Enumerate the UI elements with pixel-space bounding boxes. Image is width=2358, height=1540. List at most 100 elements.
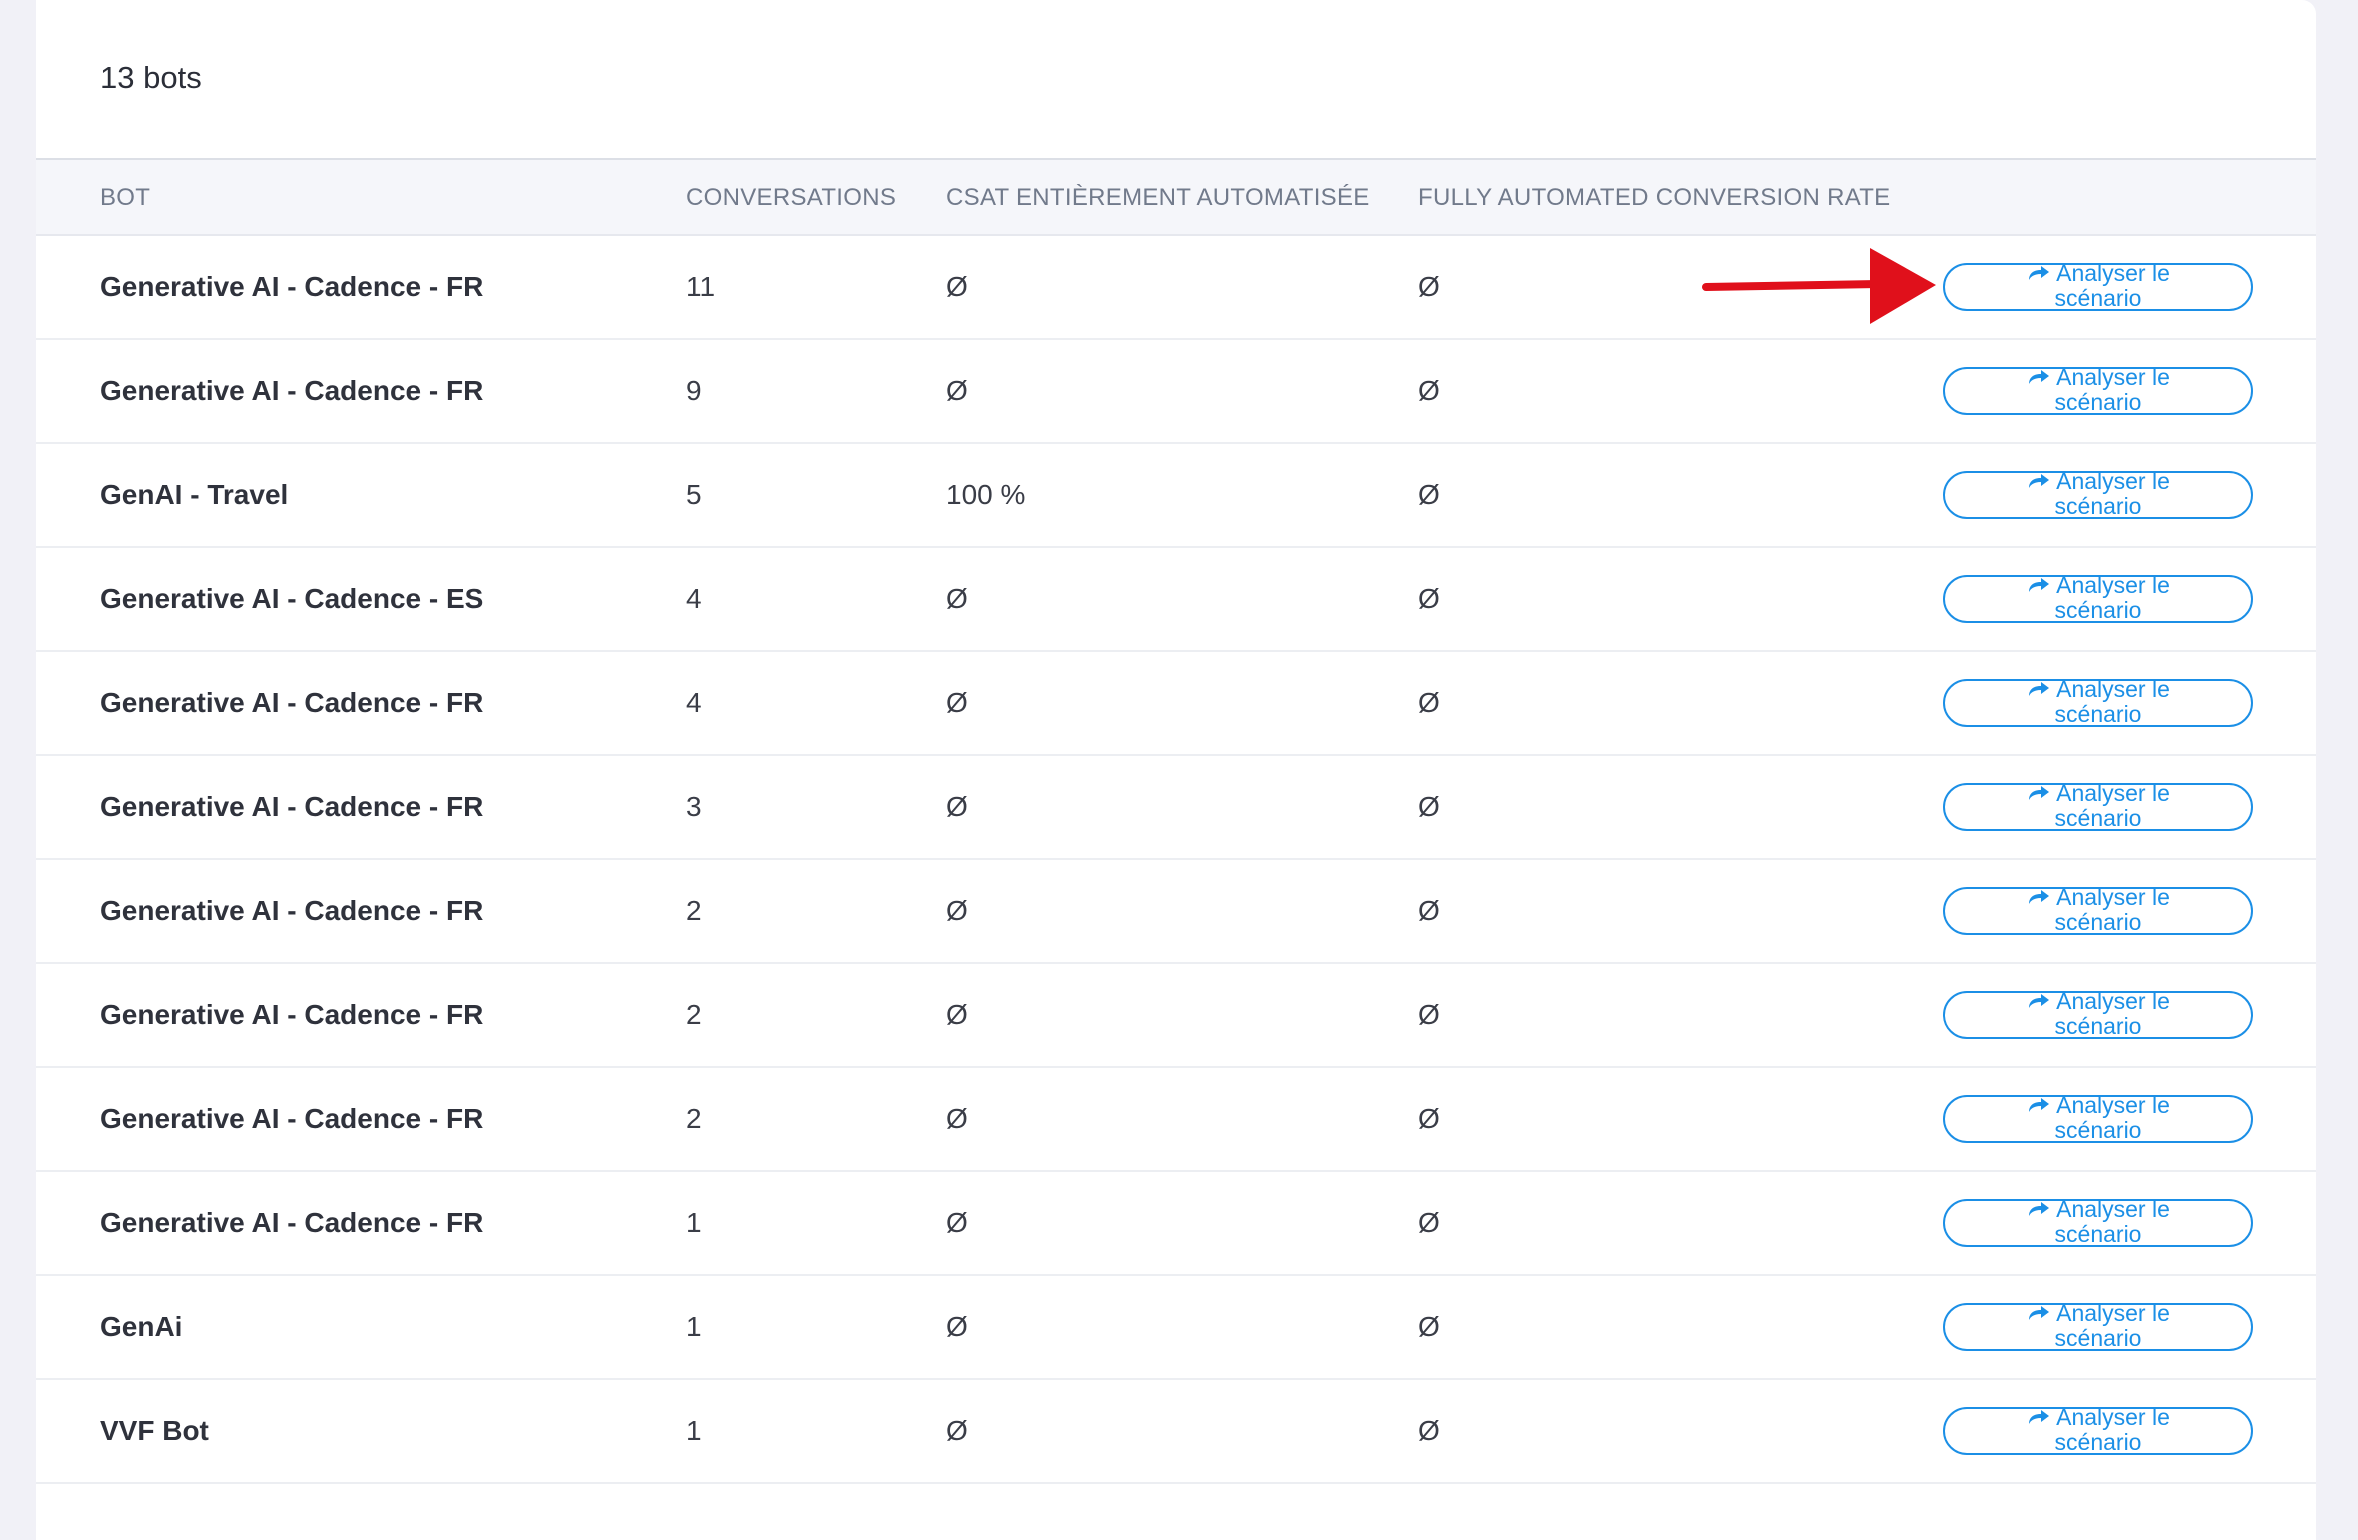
bot-name-cell: Generative AI - Cadence - FR: [100, 999, 484, 1030]
conversion-rate-cell: Ø: [1418, 375, 1440, 406]
analyze-scenario-button[interactable]: Analyser le scénario: [1943, 885, 2253, 935]
table-row: Generative AI - Cadence - ES 4 Ø Ø Analyser …: [36, 548, 2316, 652]
analyze-scenario-label-line1: Analyser le: [2056, 1092, 2170, 1118]
analyze-scenario-label: Analyser le scénario: [1998, 1405, 2198, 1455]
analyze-scenario-button[interactable]: Analyser le scénario: [1943, 1301, 2253, 1351]
table-row: GenAI - Travel 5 100 % Ø Analyser le scénario: [36, 444, 2316, 548]
conversations-cell: 5: [686, 479, 702, 510]
share-arrow-icon: [2029, 370, 2050, 384]
bots-count-title: 13 bots: [100, 60, 202, 95]
csat-cell: Ø: [946, 1207, 968, 1238]
analyze-scenario-label-line2: scénario: [2054, 909, 2142, 935]
analyze-scenario-label-line1: Analyser le: [2056, 1196, 2170, 1222]
share-arrow-icon: [2029, 786, 2050, 800]
analyze-scenario-button[interactable]: Analyser le scénario: [1943, 261, 2253, 311]
table-row: Generative AI - Cadence - FR 4 Ø Ø Analyser …: [36, 652, 2316, 756]
table-row: Generative AI - Cadence - FR 2 Ø Ø Analyser …: [36, 1068, 2316, 1172]
conversion-rate-cell: Ø: [1418, 895, 1440, 926]
analyze-scenario-button[interactable]: Analyser le scénario: [1943, 780, 2253, 831]
csat-cell: Ø: [946, 791, 968, 822]
analyze-scenario-label-line1: Analyser le: [2056, 468, 2170, 494]
conversations-cell: 4: [686, 687, 702, 718]
share-arrow-icon: [2029, 474, 2050, 488]
bot-name-cell: Generative AI - Cadence - ES: [100, 583, 484, 614]
column-header-conversion-rate[interactable]: FULLY AUTOMATED CONVERSION RATE: [1418, 160, 1891, 234]
analyze-scenario-label-line1: Analyser le: [2056, 1404, 2170, 1430]
analyze-scenario-label: Analyser le scénario: [1998, 1093, 2198, 1143]
analyze-scenario-label-line2: scénario: [2054, 1221, 2142, 1247]
analyze-scenario-label: Analyser le scénario: [1998, 365, 2198, 415]
bots-panel: 13 bots BOT CONVERSATIONS CSAT ENTIÈREME…: [36, 0, 2316, 1540]
csat-cell: Ø: [946, 1415, 968, 1446]
analyze-scenario-button[interactable]: Analyser le scénario: [1943, 1093, 2253, 1143]
csat-cell: Ø: [946, 1311, 968, 1342]
bot-name-cell: Generative AI - Cadence - FR: [100, 895, 484, 926]
analyze-scenario-label: Analyser le scénario: [1998, 469, 2198, 519]
csat-cell: 100 %: [946, 479, 1026, 510]
analyze-scenario-label: Analyser le scénario: [1998, 885, 2198, 935]
conversion-rate-cell: Ø: [1418, 1103, 1440, 1134]
analyze-scenario-button[interactable]: Analyser le scénario: [1943, 573, 2253, 623]
csat-cell: Ø: [946, 1103, 968, 1134]
csat-cell: Ø: [946, 687, 968, 718]
csat-cell: Ø: [946, 999, 968, 1030]
bot-name-cell: Generative AI - Cadence - FR: [100, 791, 484, 822]
table-row: Generative AI - Cadence - FR 2 Ø Ø Analyser …: [36, 964, 2316, 1068]
analyze-scenario-label-line2: scénario: [2054, 1117, 2142, 1143]
table-row: Generative AI - Cadence - FR 3 Ø Ø Analyser …: [36, 756, 2316, 860]
analyze-scenario-button[interactable]: Analyser le scénario: [1943, 1196, 2253, 1247]
bot-name-cell: GenAI - Travel: [100, 479, 289, 510]
analyze-scenario-button[interactable]: Analyser le scénario: [1943, 677, 2253, 727]
conversion-rate-cell: Ø: [1418, 479, 1440, 510]
analyze-scenario-button[interactable]: Analyser le scénario: [1943, 365, 2253, 415]
red-arrow-annotation: [1702, 248, 1936, 324]
bot-name-cell: GenAi: [100, 1311, 183, 1342]
column-header-conversations[interactable]: CONVERSATIONS: [686, 160, 896, 234]
analyze-scenario-label: Analyser le scénario: [1998, 989, 2198, 1039]
analyze-scenario-label-line1: Analyser le: [2056, 780, 2170, 806]
bot-name-cell: Generative AI - Cadence - FR: [100, 687, 484, 718]
conversations-cell: 2: [686, 895, 702, 926]
analyze-scenario-label-line2: scénario: [2054, 1013, 2142, 1039]
conversations-cell: 3: [686, 791, 702, 822]
share-arrow-icon: [2029, 1098, 2050, 1112]
analyze-scenario-label-line2: scénario: [2054, 805, 2142, 831]
bot-name-cell: Generative AI - Cadence - FR: [100, 1207, 484, 1238]
analyze-scenario-button[interactable]: Analyser le scénario: [1943, 1405, 2253, 1455]
table-row: Generative AI - Cadence - FR 2 Ø Ø Analyser …: [36, 860, 2316, 964]
conversations-cell: 2: [686, 999, 702, 1030]
share-arrow-icon: [2029, 1306, 2050, 1320]
analyze-scenario-label-line1: Analyser le: [2056, 1300, 2170, 1326]
conversations-cell: 1: [686, 1415, 702, 1446]
bot-name-cell: Generative AI - Cadence - FR: [100, 271, 484, 302]
csat-cell: Ø: [946, 583, 968, 614]
analyze-scenario-button[interactable]: Analyser le scénario: [1943, 469, 2253, 519]
analyze-scenario-label-line1: Analyser le: [2056, 364, 2170, 390]
table-row: Generative AI - Cadence - FR 1 Ø Ø Analyser …: [36, 1172, 2316, 1276]
csat-cell: Ø: [946, 895, 968, 926]
column-header-csat[interactable]: CSAT ENTIÈREMENT AUTOMATISÉE: [946, 160, 1370, 234]
analyze-scenario-label: Analyser le scénario: [1998, 677, 2198, 727]
conversion-rate-cell: Ø: [1418, 999, 1440, 1030]
table-row: Generative AI - Cadence - FR 9 Ø Ø Analyser …: [36, 340, 2316, 444]
conversion-rate-cell: Ø: [1418, 271, 1440, 302]
analyze-scenario-label-line2: scénario: [2054, 1429, 2142, 1455]
analyze-scenario-label: Analyser le scénario: [1998, 573, 2198, 623]
conversion-rate-cell: Ø: [1418, 583, 1440, 614]
column-header-bot[interactable]: BOT: [100, 160, 150, 234]
bot-name-cell: VVF Bot: [100, 1415, 209, 1446]
bot-name-cell: Generative AI - Cadence - FR: [100, 1103, 484, 1134]
conversations-cell: 9: [686, 375, 702, 406]
analyze-scenario-label-line1: Analyser le: [2056, 884, 2170, 910]
share-arrow-icon: [2029, 578, 2050, 592]
conversations-cell: 2: [686, 1103, 702, 1134]
conversion-rate-cell: Ø: [1418, 1207, 1440, 1238]
analyze-scenario-label-line2: scénario: [2054, 1325, 2142, 1351]
analyze-scenario-label: Analyser le scénario: [1998, 1301, 2198, 1351]
analyze-scenario-button[interactable]: Analyser le scénario: [1943, 989, 2253, 1039]
analyze-scenario-label-line2: scénario: [2054, 597, 2142, 623]
analyze-scenario-label-line1: Analyser le: [2056, 988, 2170, 1014]
table-header: BOT CONVERSATIONS CSAT ENTIÈREMENT AUTOM…: [36, 158, 2316, 236]
conversion-rate-cell: Ø: [1418, 687, 1440, 718]
table-row: Generative AI - Cadence - FR 11 Ø Ø Analyser…: [36, 236, 2316, 340]
